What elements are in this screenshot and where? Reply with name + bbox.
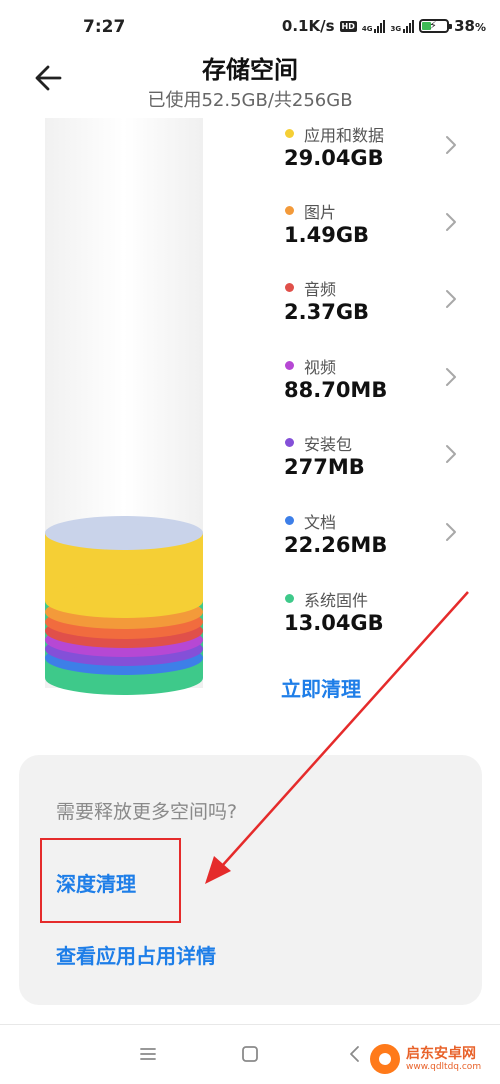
category-dot xyxy=(285,283,294,292)
chevron-right-icon xyxy=(446,445,456,463)
app-usage-details-link[interactable]: 查看应用占用详情 xyxy=(56,940,216,969)
battery-icon: ⚡ xyxy=(419,19,453,33)
chevron-right-icon xyxy=(446,368,456,386)
category-dot xyxy=(285,129,294,138)
category-video[interactable]: 视频 88.70MB xyxy=(280,352,470,424)
chevron-right-icon xyxy=(446,290,456,308)
category-dot xyxy=(285,206,294,215)
category-name: 系统固件 xyxy=(304,591,369,610)
category-audio[interactable]: 音频 2.37GB xyxy=(280,274,470,346)
storage-summary: 已使用52.5GB/共256GB xyxy=(147,90,353,111)
category-documents[interactable]: 文档 22.26MB xyxy=(280,507,470,579)
nav-divider xyxy=(0,1024,500,1025)
signal-3g-icon: 3G xyxy=(390,19,415,33)
cylinder-fill-top xyxy=(45,516,203,550)
category-size: 29.04GB xyxy=(284,146,384,170)
watermark-title: 启东安卓网 xyxy=(406,1045,476,1062)
status-time: 7:27 xyxy=(83,17,126,37)
category-size: 277MB xyxy=(284,455,365,479)
category-name: 应用和数据 xyxy=(304,126,385,145)
signal-4g-icon: 4G xyxy=(362,19,386,33)
category-dot xyxy=(285,438,294,447)
free-space-question: 需要释放更多空间吗? xyxy=(56,801,238,823)
charging-bolt-icon: ⚡ xyxy=(429,19,437,32)
category-name: 音频 xyxy=(304,280,337,299)
category-dot xyxy=(285,361,294,370)
chevron-right-icon xyxy=(446,523,456,541)
watermark-logo-icon xyxy=(370,1044,400,1074)
category-name: 图片 xyxy=(304,203,337,222)
category-dot xyxy=(285,516,294,525)
category-images[interactable]: 图片 1.49GB xyxy=(280,197,470,269)
menu-icon[interactable] xyxy=(138,1044,158,1064)
category-name: 视频 xyxy=(304,358,337,377)
category-size: 13.04GB xyxy=(284,611,384,635)
category-size: 22.26MB xyxy=(284,533,388,557)
clean-now-button[interactable]: 立即清理 xyxy=(281,673,361,702)
category-size: 88.70MB xyxy=(284,378,388,402)
chevron-right-icon xyxy=(446,136,456,154)
category-apps-data[interactable]: 应用和数据 29.04GB xyxy=(280,120,470,192)
nav-back-icon[interactable] xyxy=(345,1044,365,1064)
segment-apps-data-bottom xyxy=(45,584,203,618)
category-dot xyxy=(285,594,294,603)
hd-icon: HD xyxy=(339,20,357,32)
category-size: 1.49GB xyxy=(284,223,370,247)
storage-cylinder-chart xyxy=(45,118,203,695)
category-name: 文档 xyxy=(304,513,337,532)
watermark-url: www.qdltdq.com xyxy=(406,1061,482,1072)
battery-percent: 38% xyxy=(454,17,486,35)
watermark-text: 启东安卓网 www.qdltdq.com xyxy=(406,1046,481,1073)
home-square-icon[interactable] xyxy=(240,1044,260,1064)
chevron-right-icon xyxy=(446,213,456,231)
watermark: 启东安卓网 www.qdltdq.com xyxy=(370,1034,500,1084)
page-title: 存储空间 xyxy=(202,56,298,84)
annotation-highlight-box xyxy=(40,838,181,923)
category-size: 2.37GB xyxy=(284,300,370,324)
network-speed: 0.1K/s xyxy=(281,17,335,35)
category-name: 安装包 xyxy=(304,435,353,454)
category-install-packages[interactable]: 安装包 277MB xyxy=(280,429,470,501)
status-icons: 0.1K/s HD 4G 3G ⚡ 38% xyxy=(282,17,486,35)
category-system-firmware: 系统固件 13.04GB xyxy=(280,585,470,657)
